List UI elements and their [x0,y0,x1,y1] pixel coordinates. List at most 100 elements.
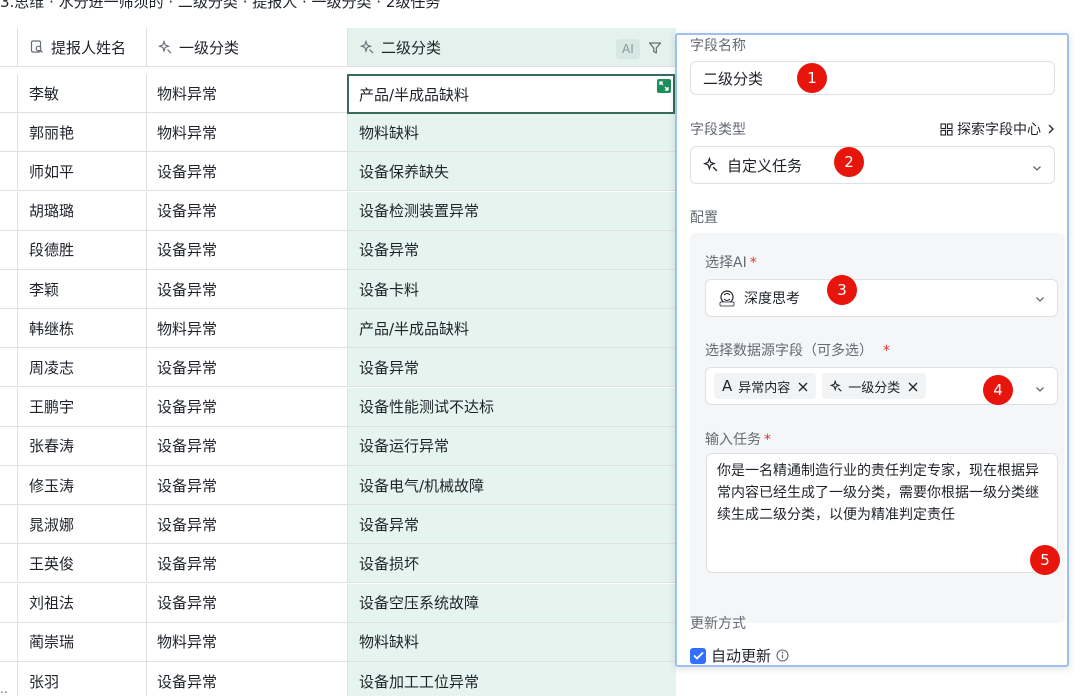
table-row[interactable]: 王鹏宇 设备异常 设备性能测试不达标 [0,387,676,427]
task-textarea[interactable]: 你是一名精通制造行业的责任判定专家，现在根据异常内容已经生成了一级分类，需要你根… [706,453,1058,573]
auto-update-label: 自动更新 [711,647,772,665]
checkbox-checked[interactable] [690,647,706,664]
cell-reporter[interactable]: 刘祖法 [18,583,147,622]
cell-level2[interactable]: 设备保养缺失 [348,152,676,191]
table-row[interactable]: 韩继栋 物料异常 产品/半成品缺料 [0,309,676,349]
cell-reporter[interactable]: 张春涛 [18,426,147,465]
data-table: 提报人姓名 一级分类 AI 二级分类 AI 李敏物料异常产品/半成品缺料郭丽艳物… [0,28,676,696]
field-name-input[interactable]: 二级分类 [690,61,1055,95]
cell-level2[interactable]: 设备性能测试不达标 [348,387,676,426]
field-type-select[interactable]: 自定义任务 [690,146,1055,184]
cell-level1[interactable]: 设备异常 [147,466,348,504]
header-reporter[interactable]: 提报人姓名 [18,28,147,66]
cell-level1[interactable]: 设备异常 [147,387,348,426]
field-type-value: 自定义任务 [727,156,803,175]
cell-reporter[interactable]: 王英俊 [18,544,147,583]
cell-level1[interactable]: 设备异常 [147,152,348,191]
cell-level2[interactable]: 设备运行异常 [348,426,676,465]
row-gutter [0,466,18,504]
table-row[interactable]: 段德胜 设备异常 设备异常 [0,230,676,270]
badge-4: 4 [983,375,1013,405]
field-name-value: 二级分类 [703,69,764,88]
chip-level1[interactable]: 一级分类 [822,373,927,399]
cell-reporter[interactable]: 王鹏宇 [18,387,147,426]
cell-level1[interactable]: 设备异常 [147,583,348,622]
row-gutter [0,28,18,66]
badge-2: 2 [834,147,864,177]
info-icon[interactable] [776,649,789,662]
explore-field-center-link[interactable]: 探索字段中心 [940,119,1055,139]
cell-level1[interactable]: 物料异常 [147,74,348,112]
row-gutter [0,387,18,426]
row-gutter [0,544,18,583]
table-row[interactable]: 王英俊 设备异常 设备损坏 [0,544,676,584]
text-field-icon: A [722,377,733,395]
close-icon[interactable] [798,381,808,392]
cell-reporter[interactable]: 胡璐璐 [18,191,147,230]
cell-reporter[interactable]: 张羽 [18,662,147,696]
cell-level1[interactable]: 物料异常 [147,622,348,661]
cell-reporter[interactable]: 修玉涛 [18,466,147,504]
cell-reporter[interactable]: 李敏 [18,74,147,112]
row-marker: .. [0,682,8,696]
chevron-down-icon [1032,159,1042,171]
cell-level2[interactable]: 产品/半成品缺料 [348,309,676,348]
ai-select[interactable]: 深度思考 [705,279,1058,317]
cell-level2[interactable]: 设备异常 [348,505,676,544]
cell-reporter[interactable]: 周凌志 [18,348,147,387]
cell-reporter[interactable]: 师如平 [18,152,147,191]
cell-level1[interactable]: 设备异常 [147,348,348,387]
table-row[interactable]: 李颖 设备异常 设备卡料 [0,270,676,309]
row-gutter [0,113,18,152]
table-row[interactable]: 蔺崇瑞 物料异常 物料缺料 [0,622,676,662]
cell-reporter[interactable]: 蔺崇瑞 [18,622,147,661]
table-row[interactable]: 张春涛 设备异常 设备运行异常 [0,426,676,466]
table-row[interactable]: .. 张羽 设备异常 设备加工工位异常 [0,662,676,696]
cell-level1[interactable]: 设备异常 [147,230,348,269]
sparkle-icon [359,39,375,55]
cell-level1[interactable]: 设备异常 [147,505,348,544]
header-label: 二级分类 [381,38,442,57]
table-row[interactable]: 刘祖法 设备异常 设备空压系统故障 [0,583,676,623]
cell-level2[interactable]: 设备损坏 [348,544,676,583]
cell-level1[interactable]: 设备异常 [147,544,348,583]
cell-level1[interactable]: 设备异常 [147,270,348,308]
cell-reporter[interactable]: 晁淑娜 [18,505,147,544]
cell-level1[interactable]: 设备异常 [147,191,348,230]
table-row[interactable]: 修玉涛 设备异常 设备电气/机械故障 [0,466,676,505]
cell-level2[interactable]: 设备异常 [348,348,676,387]
table-row[interactable]: 师如平 设备异常 设备保养缺失 [0,152,676,192]
cell-level2[interactable]: 设备卡料 [348,270,676,308]
cell-reporter[interactable]: 段德胜 [18,230,147,269]
ai-label: 选择AI * [705,255,757,271]
field-config-panel: 字段名称 二级分类 1 字段类型 探索字段中心 自定义任务 2 配置 选择AI *… [675,33,1069,667]
cell-level1[interactable]: 物料异常 [147,309,348,348]
cell-level2[interactable]: 设备检测装置异常 [348,191,676,230]
chip-abnormal-content[interactable]: A 异常内容 [714,373,817,399]
cell-level1[interactable]: 设备异常 [147,662,348,696]
table-row[interactable]: 周凌志 设备异常 设备异常 [0,348,676,388]
explore-link-label: 探索字段中心 [957,122,1041,138]
close-icon[interactable] [908,381,918,392]
source-fields-label: 选择数据源字段（可多选） * [705,343,890,359]
cell-reporter[interactable]: 李颖 [18,270,147,308]
filter-icon[interactable] [648,41,662,55]
table-row[interactable]: 晁淑娜 设备异常 设备异常 [0,505,676,545]
cell-level2[interactable]: 设备电气/机械故障 [348,466,676,504]
cell-level2[interactable]: 设备加工工位异常 [348,662,676,696]
cell-level2[interactable]: 设备空压系统故障 [348,583,676,622]
selected-cell[interactable]: 产品/半成品缺料 [347,74,675,114]
header-level1[interactable]: 一级分类 AI [147,28,348,66]
table-row[interactable]: 郭丽艳 物料异常 物料缺料 [0,113,676,153]
auto-update-checkbox-row[interactable]: 自动更新 [690,645,789,665]
expand-icon[interactable] [657,79,671,93]
cell-reporter[interactable]: 郭丽艳 [18,113,147,152]
cell-level2[interactable]: 物料缺料 [348,622,676,661]
table-row[interactable]: 胡璐璐 设备异常 设备检测装置异常 [0,191,676,231]
sparkle-icon [830,379,843,393]
cell-reporter[interactable]: 韩继栋 [18,309,147,348]
cell-level1[interactable]: 设备异常 [147,426,348,465]
cell-level2[interactable]: 设备异常 [348,230,676,269]
cell-level1[interactable]: 物料异常 [147,113,348,152]
cell-level2[interactable]: 物料缺料 [348,113,676,152]
